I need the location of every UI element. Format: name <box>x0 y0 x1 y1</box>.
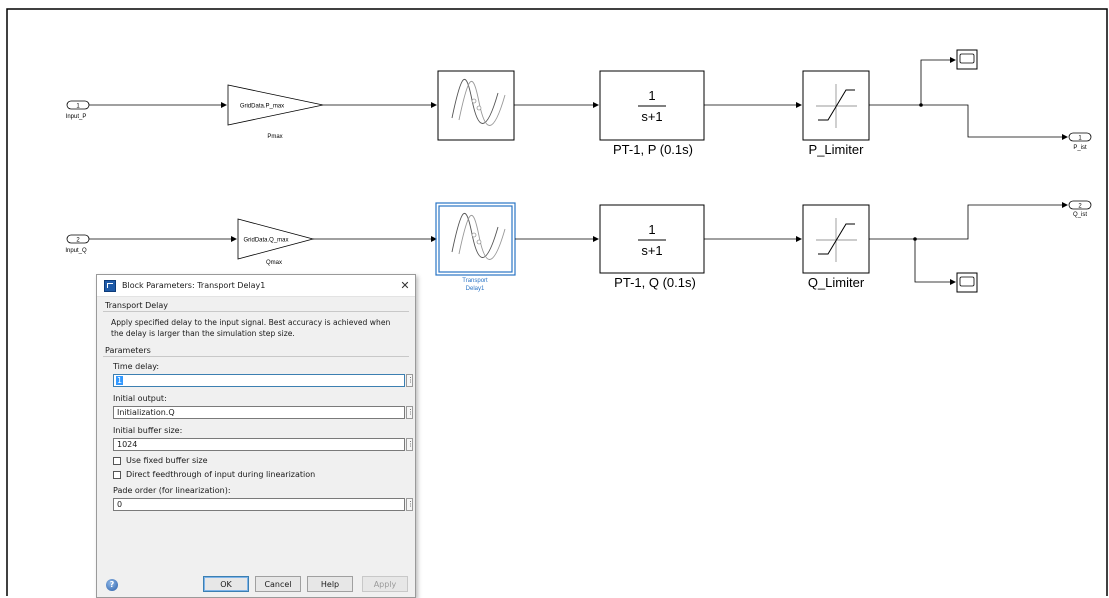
ok-button[interactable]: OK <box>203 576 249 592</box>
time-delay-label: Time delay: <box>113 362 160 371</box>
svg-text:1: 1 <box>648 222 655 237</box>
close-icon[interactable]: ✕ <box>395 279 415 292</box>
saturation-q-limiter[interactable]: Q_Limiter <box>802 204 870 290</box>
use-fixed-buffer-size-checkbox[interactable]: Use fixed buffer size <box>113 456 409 465</box>
cancel-button[interactable]: Cancel <box>255 576 301 592</box>
time-delay-value: 1 <box>116 376 124 385</box>
transport-delay-block-q-selected[interactable]: Transport Delay1 <box>435 202 516 292</box>
initial-output-value: Initialization.Q <box>117 408 175 417</box>
signal-line[interactable] <box>915 202 1068 240</box>
transfer-fcn-q[interactable]: 1 s+1 PT-1, Q (0.1s) <box>599 204 705 290</box>
simulink-app-icon <box>104 279 116 292</box>
svg-text:Delay1: Delay1 <box>466 286 485 292</box>
svg-text:Q_ist: Q_ist <box>1073 212 1087 218</box>
checkbox-box[interactable] <box>113 456 121 465</box>
signal-line[interactable] <box>921 104 1068 140</box>
svg-text:Input_P: Input_P <box>66 114 87 120</box>
dialog-title: Block Parameters: Transport Delay1 <box>122 281 266 290</box>
transfer-fcn-p[interactable]: 1 s+1 PT-1, P (0.1s) <box>599 70 705 157</box>
apply-button[interactable]: Apply <box>362 576 408 592</box>
more-options-button[interactable]: ⋮ <box>406 438 414 451</box>
block-description: Apply specified delay to the input signa… <box>111 318 391 338</box>
svg-text:PT-1, Q (0.1s): PT-1, Q (0.1s) <box>614 275 696 290</box>
svg-text:Qmax: Qmax <box>266 260 282 266</box>
dialog-button-bar: ? OK Cancel Help Apply <box>97 571 415 597</box>
checkbox-label: Direct feedthrough of input during linea… <box>126 470 316 479</box>
pade-order-field[interactable]: 0 ⋮ <box>113 498 414 511</box>
svg-text:GridData.P_max: GridData.P_max <box>240 104 284 110</box>
help-icon[interactable]: ? <box>106 579 118 591</box>
saturation-p-limiter[interactable]: P_Limiter <box>802 70 870 157</box>
help-button[interactable]: Help <box>307 576 353 592</box>
svg-text:Pmax: Pmax <box>267 134 282 140</box>
svg-text:P_Limiter: P_Limiter <box>809 142 865 157</box>
svg-text:GridData.Q_max: GridData.Q_max <box>243 238 288 244</box>
pade-order-value: 0 <box>117 500 123 509</box>
outport-p-ist[interactable]: 1 P_ist <box>1068 132 1092 151</box>
time-delay-field[interactable]: 1 ⋮ <box>113 374 414 387</box>
initial-buffer-size-value: 1024 <box>117 440 138 449</box>
gain-pmax[interactable]: GridData.P_max Pmax <box>227 84 324 140</box>
initial-output-label: Initial output: <box>113 394 167 403</box>
gain-qmax[interactable]: GridData.Q_max Qmax <box>237 218 315 266</box>
svg-text:Q_Limiter: Q_Limiter <box>808 275 865 290</box>
more-options-button[interactable]: ⋮ <box>406 406 414 419</box>
more-options-button[interactable]: ⋮ <box>406 498 414 511</box>
transport-delay-block-p[interactable] <box>437 70 515 141</box>
dialog-title-bar[interactable]: Block Parameters: Transport Delay1 ✕ <box>97 275 415 297</box>
svg-text:s+1: s+1 <box>641 109 662 124</box>
pade-order-label: Pade order (for linearization): <box>113 486 231 495</box>
block-type-heading: Transport Delay <box>105 301 169 310</box>
initial-buffer-size-label: Initial buffer size: <box>113 426 183 435</box>
initial-buffer-size-field[interactable]: 1024 ⋮ <box>113 438 414 451</box>
block-description-group: Apply specified delay to the input signa… <box>103 311 409 339</box>
checkbox-box[interactable] <box>113 470 121 479</box>
svg-text:1: 1 <box>648 88 655 103</box>
svg-text:Transport: Transport <box>462 278 488 284</box>
scope-p[interactable] <box>956 49 978 70</box>
signal-line[interactable] <box>914 239 956 285</box>
block-parameters-dialog: Block Parameters: Transport Delay1 ✕ Tra… <box>96 274 416 598</box>
parameters-heading: Parameters <box>105 346 151 355</box>
inport-input-q[interactable]: 2 Input_Q <box>65 234 90 254</box>
outport-q-ist[interactable]: 2 Q_ist <box>1068 200 1092 218</box>
svg-text:s+1: s+1 <box>641 243 662 258</box>
svg-text:Input_Q: Input_Q <box>65 248 87 254</box>
scope-q[interactable] <box>956 272 978 293</box>
checkbox-label: Use fixed buffer size <box>126 456 208 465</box>
initial-output-field[interactable]: Initialization.Q ⋮ <box>113 406 414 419</box>
svg-text:PT-1, P (0.1s): PT-1, P (0.1s) <box>613 142 693 157</box>
signal-line[interactable] <box>920 57 956 105</box>
more-options-button[interactable]: ⋮ <box>406 374 414 387</box>
parameters-group: Time delay: 1 ⋮ Initial output: Initiali… <box>103 356 414 511</box>
direct-feedthrough-checkbox[interactable]: Direct feedthrough of input during linea… <box>113 470 409 479</box>
inport-input-p[interactable]: 1 Input_P <box>66 100 90 120</box>
svg-text:P_ist: P_ist <box>1073 145 1087 151</box>
